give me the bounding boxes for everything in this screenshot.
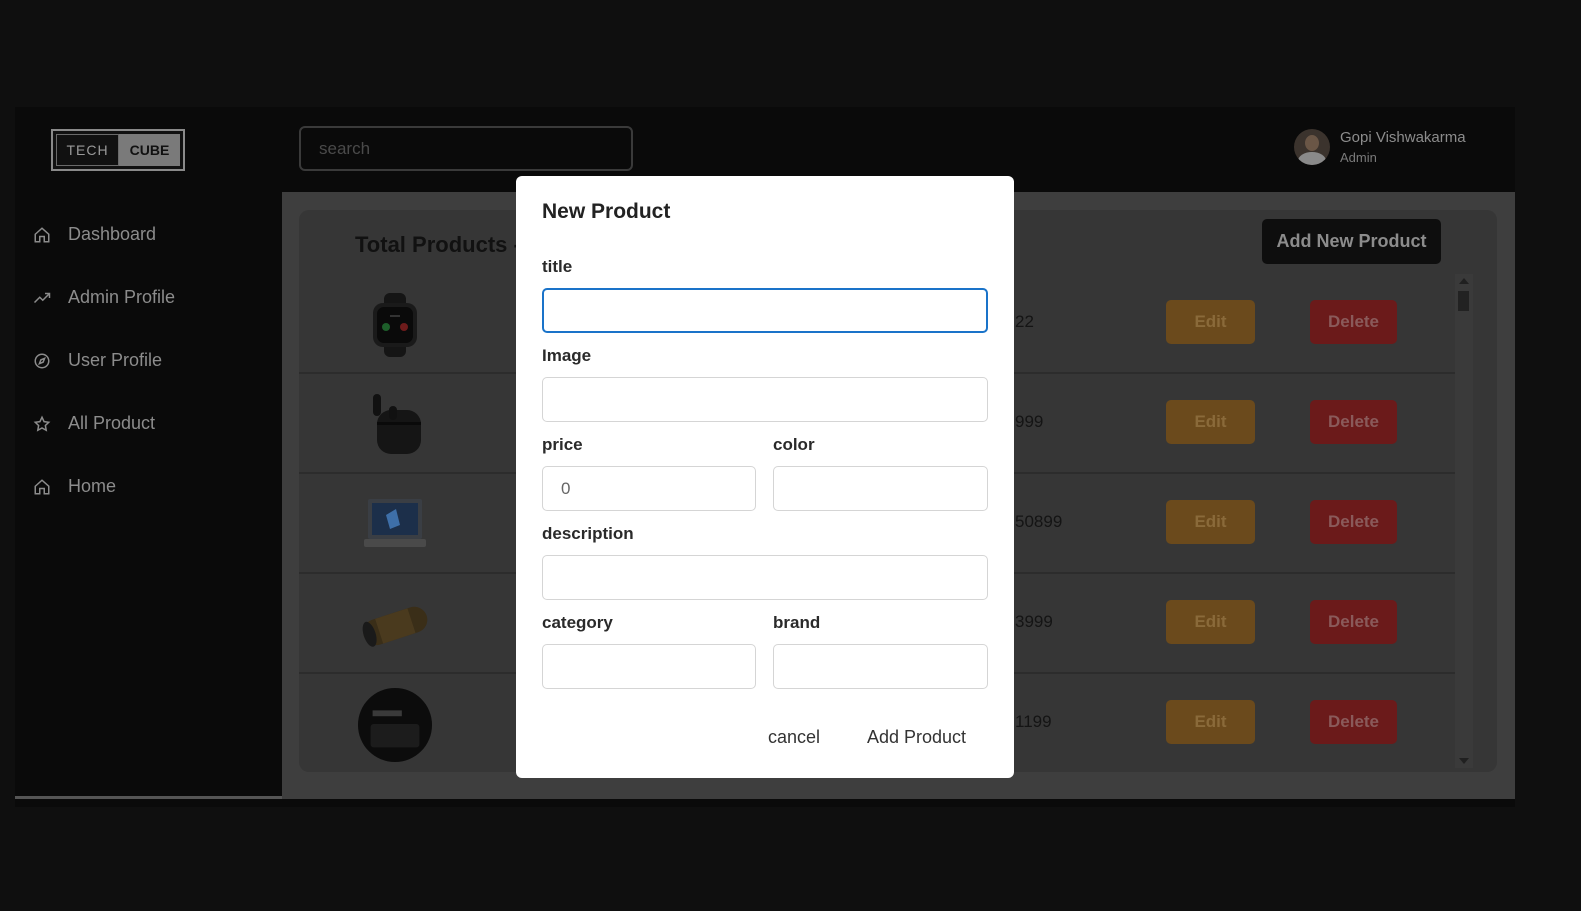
title-label: title bbox=[542, 257, 573, 276]
brand-logo-part1: TECH bbox=[56, 134, 119, 166]
description-input[interactable] bbox=[542, 555, 988, 600]
sidebar-item-label: Admin Profile bbox=[68, 287, 176, 307]
product-price: 3999 bbox=[1015, 612, 1053, 631]
add-new-product-button[interactable]: Add New Product bbox=[1262, 219, 1441, 264]
sidebar-item-all-product[interactable]: All Product bbox=[15, 392, 282, 455]
brand-logo-part2: CUBE bbox=[119, 134, 180, 166]
image-input[interactable] bbox=[542, 377, 988, 422]
delete-button[interactable]: Delete bbox=[1310, 300, 1397, 344]
star-icon bbox=[33, 415, 51, 433]
modal-title: New Product bbox=[542, 200, 671, 223]
description-label: description bbox=[542, 524, 634, 543]
cancel-button[interactable]: cancel bbox=[768, 727, 820, 748]
compass-icon bbox=[33, 352, 51, 370]
sidebar-item-dashboard[interactable]: Dashboard bbox=[15, 203, 282, 266]
home-icon bbox=[33, 478, 51, 496]
product-image-charger bbox=[357, 687, 433, 763]
sidebar-item-home[interactable]: Home bbox=[15, 455, 282, 518]
brand-logo[interactable]: TECH CUBE bbox=[51, 129, 185, 171]
new-product-modal: New Product title Image price color desc… bbox=[516, 176, 1014, 778]
scrollbar[interactable] bbox=[1455, 274, 1473, 768]
scroll-thumb[interactable] bbox=[1458, 291, 1469, 311]
price-input[interactable] bbox=[542, 466, 756, 511]
product-image-smartwatch bbox=[357, 287, 433, 363]
home-icon bbox=[33, 226, 51, 244]
product-image-speaker bbox=[357, 587, 433, 663]
delete-button[interactable]: Delete bbox=[1310, 600, 1397, 644]
delete-button[interactable]: Delete bbox=[1310, 400, 1397, 444]
add-product-button[interactable]: Add Product bbox=[867, 727, 966, 748]
edit-button[interactable]: Edit bbox=[1166, 300, 1255, 344]
category-label: category bbox=[542, 613, 613, 632]
product-price: 999 bbox=[1015, 412, 1044, 431]
user-role: Admin bbox=[1340, 150, 1377, 165]
sidebar-item-user-profile[interactable]: User Profile bbox=[15, 329, 282, 392]
sidebar-item-label: User Profile bbox=[68, 350, 163, 370]
sidebar-nav: Dashboard Admin Profile User Profile All… bbox=[15, 203, 282, 518]
scroll-up-arrow-icon[interactable] bbox=[1459, 278, 1469, 284]
sidebar-item-admin-profile[interactable]: Admin Profile bbox=[15, 266, 282, 329]
trending-up-icon bbox=[33, 289, 51, 307]
sidebar-item-label: All Product bbox=[68, 413, 156, 433]
avatar bbox=[1294, 129, 1330, 165]
sidebar-item-label: Home bbox=[68, 476, 117, 496]
edit-button[interactable]: Edit bbox=[1166, 500, 1255, 544]
price-label: price bbox=[542, 435, 583, 454]
user-name: Gopi Vishwakarma bbox=[1340, 129, 1466, 146]
color-input[interactable] bbox=[773, 466, 988, 511]
scroll-down-arrow-icon[interactable] bbox=[1459, 758, 1469, 764]
sidebar: TECH CUBE Dashboard Admin Profile User P… bbox=[15, 107, 282, 799]
product-image-laptop bbox=[357, 487, 433, 563]
image-label: Image bbox=[542, 346, 592, 365]
product-price: 50899 bbox=[1015, 512, 1063, 531]
edit-button[interactable]: Edit bbox=[1166, 700, 1255, 744]
sidebar-divider bbox=[15, 796, 282, 799]
brand-label: brand bbox=[773, 613, 821, 632]
delete-button[interactable]: Delete bbox=[1310, 500, 1397, 544]
user-menu[interactable]: Gopi Vishwakarma Admin bbox=[1294, 129, 1466, 165]
category-input[interactable] bbox=[542, 644, 756, 689]
brand-input[interactable] bbox=[773, 644, 988, 689]
delete-button[interactable]: Delete bbox=[1310, 700, 1397, 744]
color-label: color bbox=[773, 435, 815, 454]
page-title: Total Products - bbox=[355, 232, 521, 257]
product-image-earbuds bbox=[357, 387, 433, 463]
sidebar-item-label: Dashboard bbox=[68, 224, 157, 244]
product-price: 1199 bbox=[1015, 712, 1052, 731]
edit-button[interactable]: Edit bbox=[1166, 400, 1255, 444]
search-input[interactable]: search bbox=[299, 126, 633, 171]
edit-button[interactable]: Edit bbox=[1166, 600, 1255, 644]
title-input[interactable] bbox=[542, 288, 988, 333]
product-price: 22 bbox=[1015, 312, 1034, 331]
